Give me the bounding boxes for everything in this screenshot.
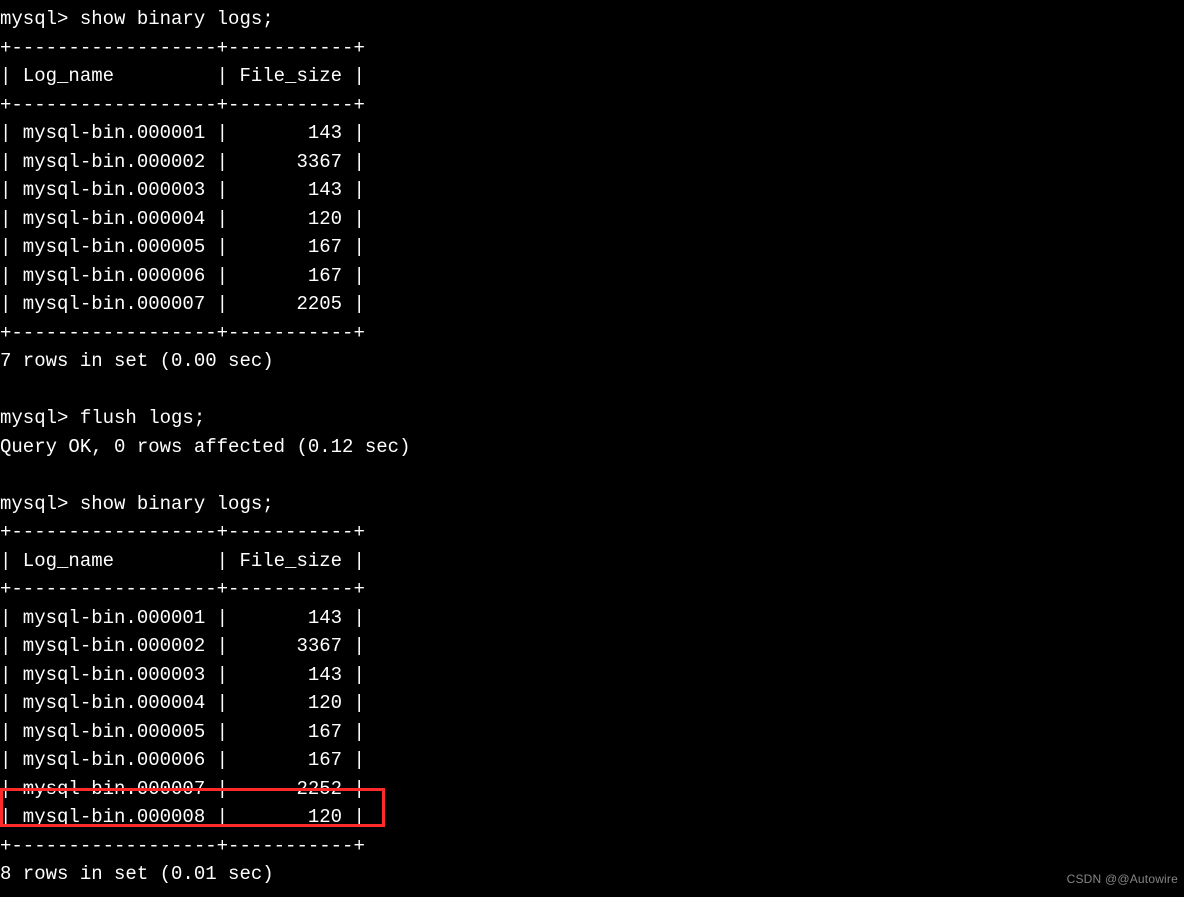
watermark-text: CSDN @@Autowire xyxy=(1067,865,1178,894)
terminal-output: mysql> show binary logs; +--------------… xyxy=(0,5,1184,889)
